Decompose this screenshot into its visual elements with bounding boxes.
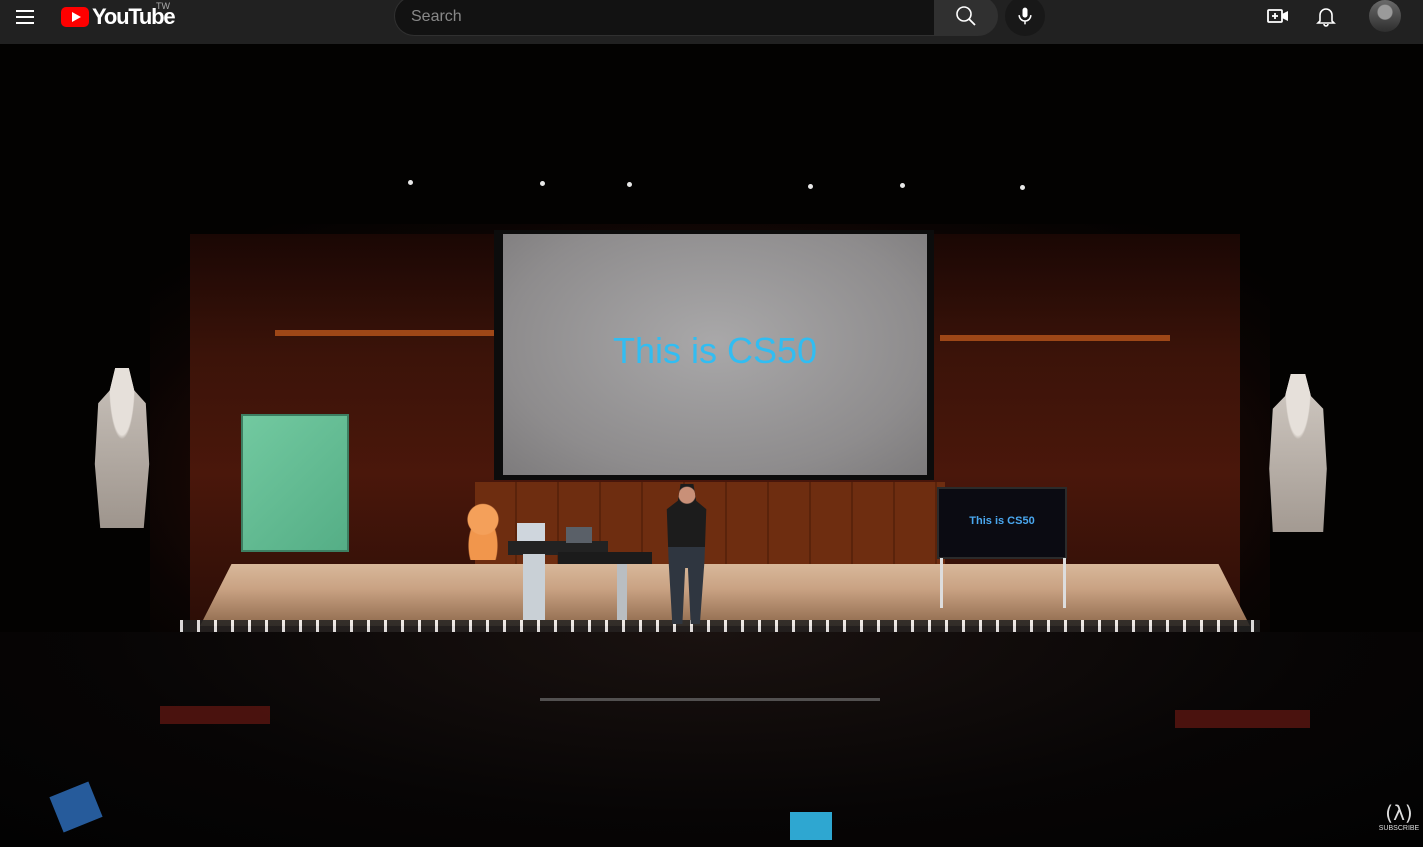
- ceiling-light: [627, 182, 632, 187]
- ceiling-light: [540, 181, 545, 186]
- voice-search-button[interactable]: [1005, 0, 1045, 36]
- ceiling-light: [808, 184, 813, 189]
- watermark-label: SUBSCRIBE: [1378, 825, 1420, 832]
- video-camera-plus-icon: [1267, 9, 1288, 23]
- search-input[interactable]: [411, 5, 911, 29]
- lectern-leg: [523, 554, 545, 620]
- seat-rail: [540, 698, 880, 701]
- projection-text: This is CS50: [612, 330, 818, 371]
- channel-watermark[interactable]: (λ) SUBSCRIBE: [1378, 802, 1420, 844]
- search-button[interactable]: [934, 0, 998, 36]
- desk: [558, 552, 652, 564]
- country-code: TW: [156, 1, 170, 11]
- monitor-stand-right: [1063, 558, 1066, 608]
- bell-icon: [1316, 8, 1336, 27]
- laptop: [517, 523, 545, 541]
- wall-light-right: [940, 335, 1170, 341]
- stage: [200, 564, 1250, 626]
- laptop-second: [566, 527, 592, 543]
- monitor-stand-left: [940, 558, 943, 608]
- youtube-play-icon: [61, 7, 89, 27]
- ceiling-light: [1020, 185, 1025, 190]
- audience-phone: [790, 812, 832, 840]
- statue-right: [1269, 374, 1327, 532]
- user-avatar[interactable]: [1369, 0, 1401, 32]
- ceiling-light: [408, 180, 413, 185]
- search-icon: [956, 6, 976, 26]
- create-button[interactable]: [1266, 4, 1290, 28]
- seat-row-left: [160, 706, 270, 724]
- ceiling-light: [900, 183, 905, 188]
- green-board: [241, 414, 349, 552]
- hamburger-menu-icon[interactable]: [14, 6, 38, 30]
- notifications-button[interactable]: [1314, 4, 1338, 28]
- cat-mascot: [461, 502, 505, 560]
- stage-edge-lights: [180, 620, 1260, 632]
- masthead: YouTube TW: [0, 0, 1423, 44]
- audience-area: [0, 632, 1423, 847]
- statue-left: [94, 368, 150, 528]
- desk-leg: [617, 564, 627, 620]
- seat-row-right: [1175, 710, 1310, 728]
- monitor-text: This is CS50: [969, 515, 1035, 527]
- freecodecamp-logo-icon: (λ): [1385, 801, 1413, 825]
- video-player[interactable]: This is CS50 This is CS50: [0, 44, 1423, 847]
- search-box: [394, 0, 935, 36]
- wall-light-left: [275, 330, 495, 336]
- microphone-icon: [1018, 7, 1032, 25]
